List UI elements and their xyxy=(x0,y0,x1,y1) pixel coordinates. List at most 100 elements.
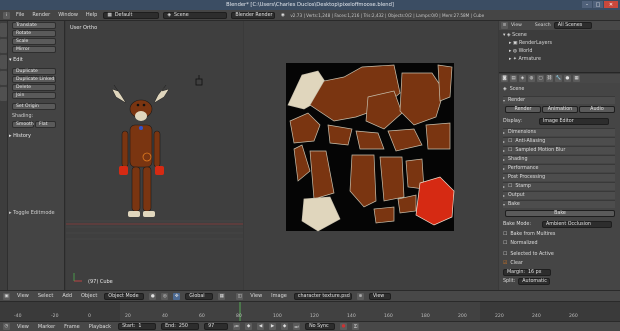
view3d-menu-view[interactable]: View xyxy=(15,293,31,299)
audio-button[interactable]: Audio xyxy=(579,106,615,113)
maximize-button[interactable]: □ xyxy=(593,1,603,8)
rotate-button[interactable]: Rotate xyxy=(12,30,56,37)
dimensions-panel-header[interactable]: ▸ Dimensions xyxy=(503,128,615,136)
3d-view-editor-icon[interactable]: ▣ xyxy=(3,292,10,300)
next-keyframe-icon[interactable]: ◆ xyxy=(281,323,289,330)
performance-panel-header[interactable]: ▸ Performance xyxy=(503,164,615,172)
lamp-object[interactable] xyxy=(195,75,203,86)
display-select[interactable]: Image Editor xyxy=(538,117,609,125)
duplicate-linked-button[interactable]: Duplicate Linked xyxy=(12,76,56,83)
normalized-checkbox[interactable]: ☐ xyxy=(503,241,507,246)
translate-button[interactable]: Translate xyxy=(12,22,56,29)
join-button[interactable]: Join xyxy=(12,92,56,99)
moose-model[interactable] xyxy=(111,84,170,217)
image-view-select[interactable]: View xyxy=(368,292,391,300)
image-browse-select[interactable]: character texture.psd xyxy=(293,292,352,300)
timeline-editor-icon[interactable]: ◷ xyxy=(3,323,10,330)
timeline-menu-marker[interactable]: Marker xyxy=(36,324,57,330)
world-tab-icon[interactable]: ◍ xyxy=(528,75,535,82)
uv-image-editor[interactable] xyxy=(244,21,498,290)
outliner-display-select[interactable]: All Scenes xyxy=(553,22,592,29)
end-frame-field[interactable]: End: 250 xyxy=(161,323,200,330)
stamp-panel-header[interactable]: ▸ ☐ Stamp xyxy=(503,182,615,190)
properties-context-tabs[interactable]: ◙ ▤ ◈ ◍ ▢ ⛓ 🔧 ● ▦ xyxy=(499,74,620,83)
bake-button[interactable]: Bake xyxy=(505,210,615,217)
anti-aliasing-panel-header[interactable]: ▸ ☐ Anti-Aliasing xyxy=(503,137,615,145)
scale-button[interactable]: Scale xyxy=(12,38,56,45)
bake-from-multires-checkbox[interactable]: ☐ xyxy=(503,232,507,237)
timeline-menu-view[interactable]: View xyxy=(15,324,31,330)
view3d-menu-select[interactable]: Select xyxy=(36,293,55,299)
motion-blur-checkbox[interactable]: ☐ xyxy=(508,148,512,153)
bake-panel-header[interactable]: ▾ Bake xyxy=(503,200,615,208)
outliner-editor-icon[interactable]: ≡ xyxy=(501,22,508,29)
bake-from-multires-row[interactable]: ☐ Bake from Multires xyxy=(503,230,615,238)
outliner-item-renderlayers[interactable]: ▸ ▣ RenderLayers xyxy=(509,41,552,46)
selected-to-active-checkbox[interactable]: ☐ xyxy=(503,252,507,257)
outliner-search-menu[interactable]: Search xyxy=(535,23,551,28)
outliner-item-world[interactable]: ▸ ◍ World xyxy=(509,49,532,54)
viewport-shading-icon[interactable]: ● xyxy=(149,292,157,300)
3d-viewport[interactable]: User Ortho (97) Cube xyxy=(66,21,243,290)
start-frame-field[interactable]: Start: 1 xyxy=(118,323,157,330)
prev-keyframe-icon[interactable]: ◆ xyxy=(245,323,253,330)
anti-aliasing-checkbox[interactable]: ☐ xyxy=(508,139,512,144)
layers-icon[interactable]: ▦ xyxy=(218,292,226,300)
texture-tab-icon[interactable]: ▦ xyxy=(573,75,580,82)
manipulator-icon[interactable]: ✥ xyxy=(173,292,181,300)
sync-select[interactable]: No Sync xyxy=(305,323,336,330)
uv-menu-image[interactable]: Image xyxy=(269,293,289,299)
pivot-point-icon[interactable]: ◎ xyxy=(161,292,169,300)
view3d-menu-add[interactable]: Add xyxy=(60,293,74,299)
screen-layout-select[interactable]: ▦ Default xyxy=(103,11,160,19)
jump-start-icon[interactable]: ⏮ xyxy=(233,323,241,330)
menu-file[interactable]: File xyxy=(14,12,26,18)
margin-field[interactable]: Margin: 16 px xyxy=(503,268,551,276)
history-panel-header[interactable]: ▸ History xyxy=(9,133,31,139)
transform-orientation-select[interactable]: Global xyxy=(185,292,214,300)
current-frame-field[interactable]: 97 xyxy=(204,323,229,330)
split-select[interactable]: Automatic xyxy=(518,277,551,285)
smooth-button[interactable]: Smooth xyxy=(12,121,34,128)
keying-set-icon[interactable]: ⚿ xyxy=(352,323,360,330)
timeline-menu-playback[interactable]: Playback xyxy=(87,324,113,330)
play-icon[interactable]: ▶ xyxy=(269,323,277,330)
mirror-button[interactable]: Mirror xyxy=(12,46,56,53)
scene-tab-icon[interactable]: ◈ xyxy=(519,75,526,82)
flat-button[interactable]: Flat xyxy=(35,121,56,128)
record-icon[interactable]: ● xyxy=(340,323,348,330)
jump-end-icon[interactable]: ⏭ xyxy=(293,323,301,330)
outliner-item-scene[interactable]: ▾ ◈ Scene xyxy=(503,33,527,38)
menu-render[interactable]: Render xyxy=(30,12,52,18)
bake-mode-select[interactable]: Ambient Occlusion xyxy=(542,220,612,228)
normalized-row[interactable]: ☐ Normalized xyxy=(503,239,615,247)
clear-row[interactable]: ☑ Clear xyxy=(503,259,615,267)
clear-checkbox[interactable]: ☑ xyxy=(503,261,507,266)
object-tab-icon[interactable]: ▢ xyxy=(537,75,544,82)
view3d-menu-object[interactable]: Object xyxy=(79,293,99,299)
stamp-checkbox[interactable]: ☐ xyxy=(508,184,512,189)
timeline[interactable]: -40 -20 0 20 40 60 80 100 120 140 160 180 200 220 240 2… xyxy=(0,301,620,321)
outliner-item-armature[interactable]: ▸ ✦ Armature xyxy=(509,57,541,62)
duplicate-button[interactable]: Duplicate xyxy=(12,68,56,75)
selected-to-active-row[interactable]: ☐ Selected to Active xyxy=(503,250,615,258)
pin-icon[interactable]: ⊕ xyxy=(356,292,364,300)
info-editor-icon[interactable]: i xyxy=(3,11,10,19)
object-mode-select[interactable]: Object Mode xyxy=(104,292,145,300)
shading-panel-header[interactable]: ▸ Shading xyxy=(503,155,615,163)
outliner-view-menu[interactable]: View xyxy=(511,23,522,28)
layers-tab-icon[interactable]: ▤ xyxy=(510,75,517,82)
menu-window[interactable]: Window xyxy=(56,12,80,18)
render-panel-header[interactable]: ▾ Render xyxy=(503,96,615,104)
menu-help[interactable]: Help xyxy=(84,12,99,18)
material-tab-icon[interactable]: ● xyxy=(564,75,571,82)
uv-editor-icon[interactable]: ◫ xyxy=(236,292,244,300)
animation-button[interactable]: Animation xyxy=(542,106,578,113)
uv-menu-view[interactable]: View xyxy=(248,293,264,299)
timeline-menu-frame[interactable]: Frame xyxy=(62,324,82,330)
set-origin-button[interactable]: Set Origin xyxy=(12,103,56,110)
minimize-button[interactable]: – xyxy=(582,1,592,8)
render-engine-select[interactable]: Blender Render xyxy=(231,11,276,19)
close-button[interactable]: ✕ xyxy=(604,1,618,8)
delete-button[interactable]: Delete xyxy=(12,84,56,91)
